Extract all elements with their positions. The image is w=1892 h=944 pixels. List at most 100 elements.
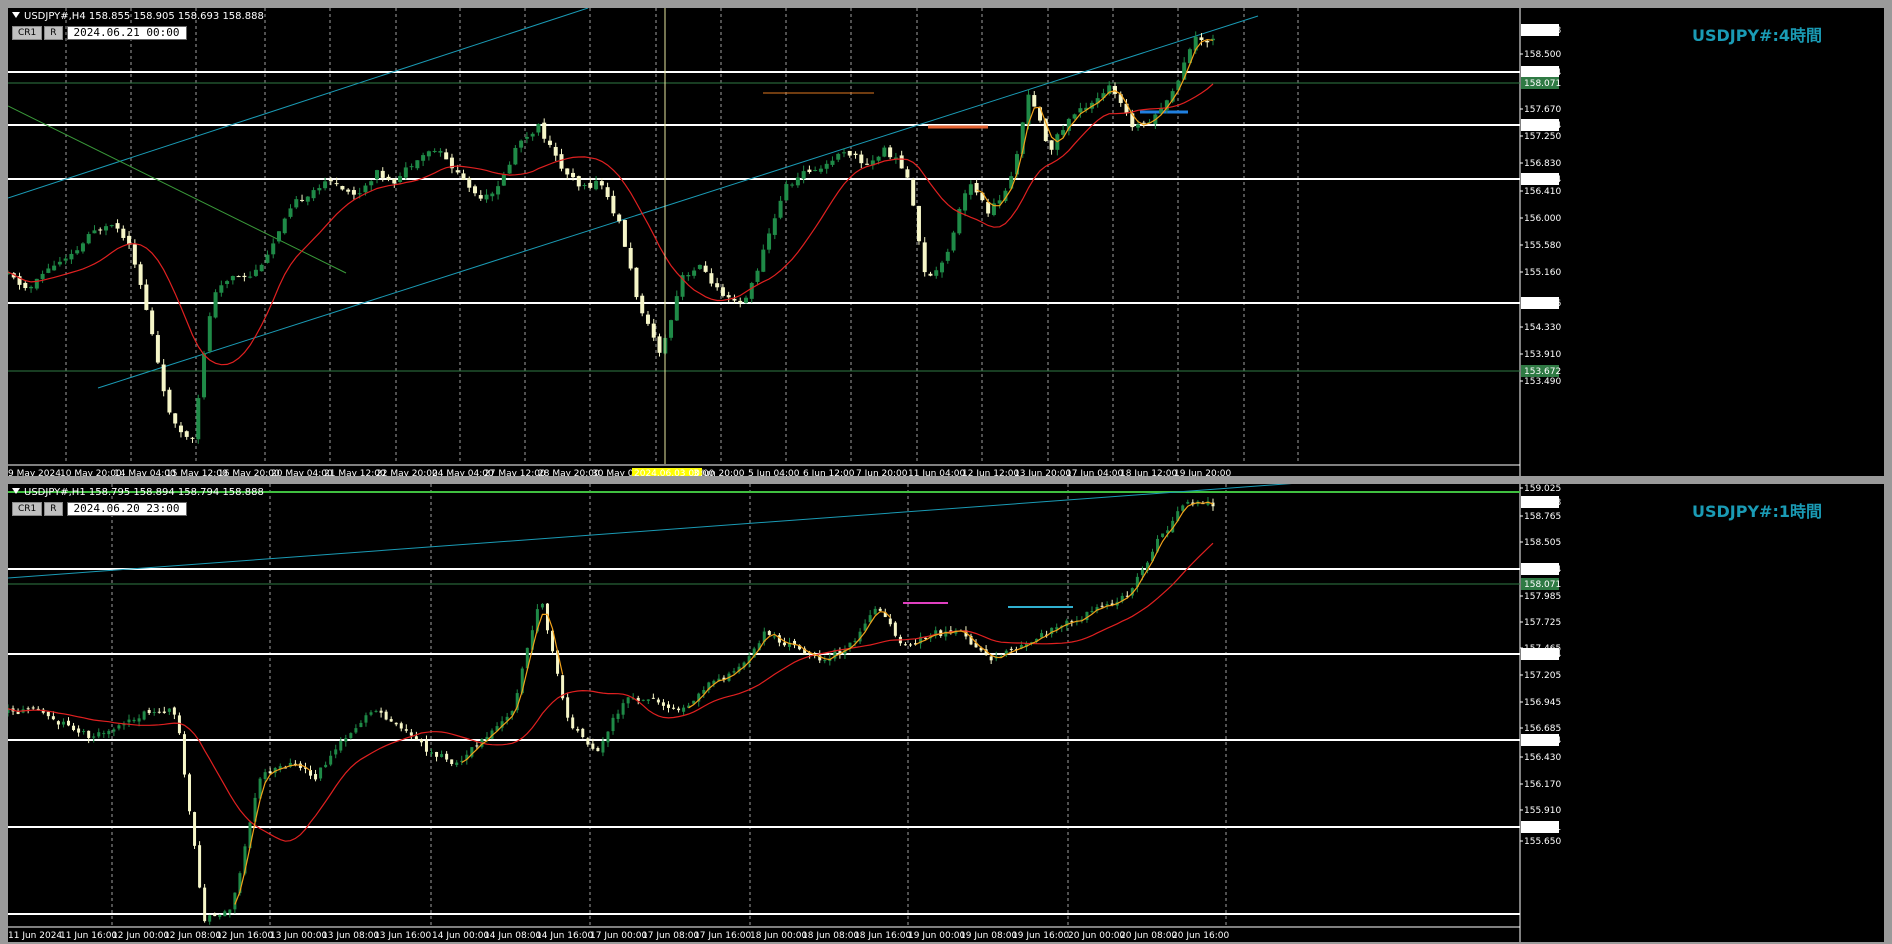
candle-body <box>344 738 348 742</box>
symbol-ohlc: USDJPY#,H4 158.855 158.905 158.693 158.8… <box>24 11 264 22</box>
candle-body <box>380 170 385 178</box>
candle-body <box>467 178 472 188</box>
candle-body <box>167 389 172 413</box>
candle-body <box>1072 114 1077 119</box>
chart-pane-h4[interactable]: 158.888 158.500 158.224 158.071 157.670 157.4… <box>8 8 1884 476</box>
candle-body <box>63 258 68 261</box>
candle-body <box>848 642 852 648</box>
candle-body <box>645 314 650 324</box>
price-label: 157.985 <box>1524 592 1561 602</box>
price-label: 158.888 <box>1524 498 1561 508</box>
candle-body <box>553 146 558 156</box>
price-label: 158.765 <box>1524 512 1561 522</box>
candle-body <box>732 298 737 301</box>
candle-body <box>782 642 786 646</box>
r-button[interactable]: R <box>44 25 63 40</box>
time-label: 18 Jun 16:00 <box>854 931 911 941</box>
time-label: 14 Jun 00:00 <box>432 931 489 941</box>
price-label: 153.490 <box>1524 377 1561 387</box>
candle-body <box>208 915 212 922</box>
candle-body <box>430 752 434 754</box>
price-label: 156.685 <box>1524 724 1561 734</box>
candle-body <box>581 728 585 738</box>
candle-body <box>334 183 339 185</box>
candle-body <box>536 123 541 133</box>
candle-body <box>324 764 328 768</box>
price-label: 153.672 <box>1524 367 1561 377</box>
candle-body <box>230 276 235 281</box>
candle-body <box>172 707 176 715</box>
candle-body <box>155 335 160 363</box>
candle-body <box>473 186 478 194</box>
candle-body <box>329 755 333 765</box>
candle-body <box>31 707 35 709</box>
candle-body <box>934 270 939 276</box>
candle-body <box>715 283 720 288</box>
time-label: 13 Jun 20:00 <box>1014 469 1071 476</box>
time-label: 17 Jun 00:00 <box>590 931 647 941</box>
candle-body <box>438 151 443 153</box>
candle-body <box>726 295 731 298</box>
candle-body <box>444 152 449 160</box>
candle-body <box>319 767 323 779</box>
cr1-button[interactable]: CR1 <box>12 501 43 516</box>
price-label: 156.945 <box>1524 698 1561 708</box>
cr1-button[interactable]: CR1 <box>12 25 43 40</box>
candle-body <box>72 725 76 731</box>
candle-body <box>951 232 956 251</box>
candle-body <box>424 740 428 752</box>
candle-body <box>455 170 460 173</box>
candle-body <box>349 733 353 739</box>
candle-body <box>294 199 299 208</box>
chart-header-h1: USDJPY#,H1 158.795 158.894 158.794 158.8… <box>12 487 264 498</box>
candle-body <box>767 631 771 635</box>
candle-body <box>475 745 479 747</box>
candle-body <box>651 323 656 338</box>
candle-body <box>323 181 328 189</box>
candle-body <box>142 711 146 720</box>
candle-body <box>682 707 686 712</box>
candle-body <box>386 176 391 180</box>
candle-body <box>530 133 535 137</box>
candle-body <box>795 177 800 186</box>
candle-body <box>80 243 85 252</box>
candle-body <box>576 729 580 731</box>
r-button[interactable]: R <box>44 501 63 516</box>
candle-body <box>213 914 217 917</box>
time-label: 11 Jun 04:00 <box>908 469 965 476</box>
candle-body <box>104 226 109 231</box>
chart-pane-h1[interactable]: 159.025 158.888 158.765 158.505 158.224 158.0… <box>8 484 1884 942</box>
candle-body <box>162 711 166 713</box>
symbol-ohlc: USDJPY#,H1 158.795 158.894 158.794 158.8… <box>24 487 264 498</box>
moving-average-red <box>8 83 1214 366</box>
candle-body <box>184 431 189 437</box>
candle-body <box>178 425 183 433</box>
candle-body <box>389 719 393 722</box>
candle-body <box>669 320 674 338</box>
candle-body <box>853 153 858 156</box>
candle-body <box>582 185 587 187</box>
candle-body <box>634 267 639 298</box>
dropdown-triangle-icon[interactable] <box>12 488 20 494</box>
candle-body <box>228 909 232 913</box>
candle-body <box>173 413 178 424</box>
candle-body <box>300 199 305 201</box>
time-label: 14 Jun 08:00 <box>484 931 541 941</box>
price-label: 158.888 <box>1524 26 1561 36</box>
candle-body <box>903 644 907 646</box>
candle-body <box>873 608 877 615</box>
price-label: 157.404 <box>1524 121 1561 131</box>
candle-body <box>1032 95 1037 107</box>
candle-body <box>818 168 823 172</box>
candle-body <box>404 729 408 731</box>
time-label: 5 Jun 04:00 <box>748 469 800 476</box>
candle-body <box>198 845 202 888</box>
candle-body <box>893 622 897 636</box>
candle-body <box>150 310 155 335</box>
candle-body <box>167 708 171 712</box>
time-label: 18 Jun 08:00 <box>802 931 859 941</box>
dropdown-triangle-icon[interactable] <box>12 12 20 18</box>
chart-canvas-h4[interactable]: 158.888 158.500 158.224158.071 157.670 157.4… <box>8 8 1884 476</box>
candle-body <box>778 200 783 218</box>
chart-canvas-h1[interactable]: 159.025 158.888 158.765 158.505 158.224 158.0… <box>8 484 1884 942</box>
